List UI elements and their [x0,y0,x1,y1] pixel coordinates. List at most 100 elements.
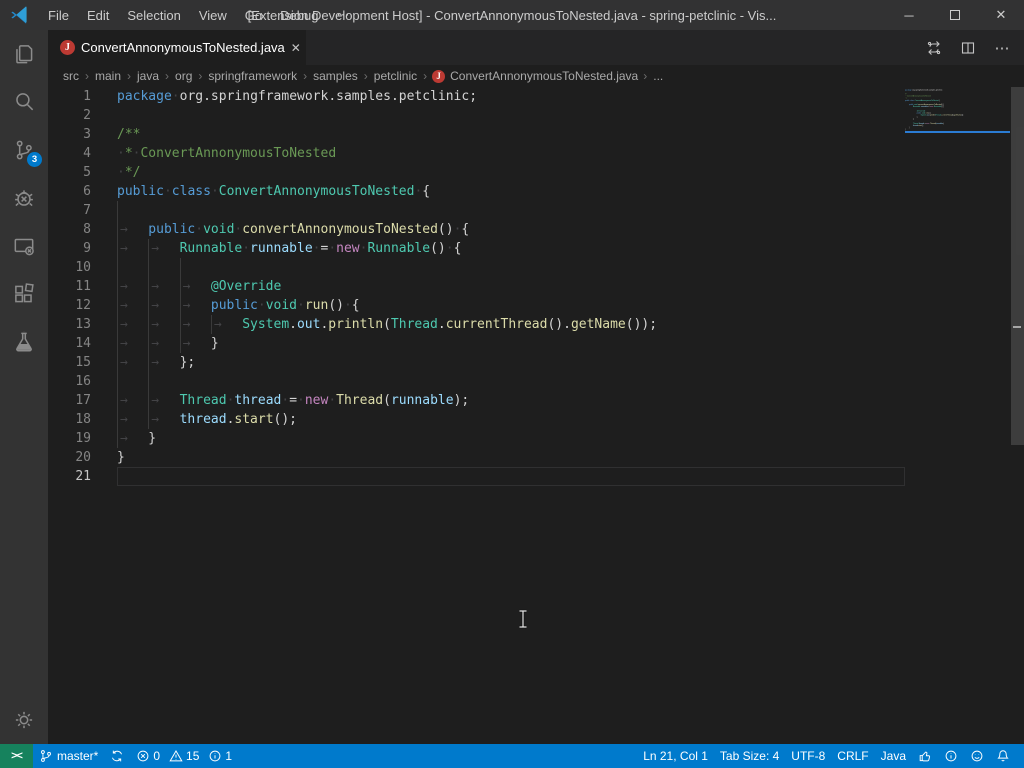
breadcrumb-item-java[interactable]: java [136,69,160,83]
line-number[interactable]: 2 [48,106,117,125]
line-number[interactable]: 20 [48,448,117,467]
split-editor-button[interactable] [956,36,980,60]
code-line[interactable]: 21 [48,467,905,486]
problems-indicator[interactable]: 0 15 1 [130,744,244,768]
code-line[interactable]: 5·*/ [48,163,905,182]
breadcrumb-separator: › [160,69,174,83]
code-area[interactable]: 1package·org.springframework.samples.pet… [48,87,905,744]
activitybar-item-remote-explorer[interactable] [0,222,48,270]
code-line[interactable]: 3/** [48,125,905,144]
editor-tab[interactable]: J ConvertAnnonymousToNested.java ✕ [48,30,306,65]
line-number[interactable]: 14 [48,334,117,353]
smiley-icon [970,749,984,763]
line-number[interactable]: 15 [48,353,117,372]
tweet-feedback-button[interactable] [964,744,990,768]
activitybar-item-search[interactable] [0,78,48,126]
encoding-item[interactable]: UTF-8 [785,744,831,768]
line-number[interactable]: 3 [48,125,117,144]
open-changes-button[interactable] [922,36,946,60]
maximize-button[interactable] [932,0,978,30]
line-number[interactable]: 8 [48,220,117,239]
menu-file[interactable]: File [39,0,78,30]
activitybar-item-explorer[interactable] [0,30,48,78]
notifications-button[interactable] [990,744,1016,768]
breadcrumb-item-samples[interactable]: samples [312,69,359,83]
menu-debug[interactable]: Debug [271,0,327,30]
activitybar-item-test-explorer[interactable] [0,318,48,366]
close-window-button[interactable]: ✕ [978,0,1024,30]
breadcrumb-file[interactable]: JConvertAnnonymousToNested.java [432,69,638,83]
code-line[interactable]: 10 [48,258,905,277]
eol-item[interactable]: CRLF [831,744,874,768]
tab-close-button[interactable]: ✕ [291,38,301,58]
java-file-icon: J [432,70,445,83]
java-info-button[interactable] [938,744,964,768]
breadcrumb-item-main[interactable]: main [94,69,122,83]
line-number[interactable]: 7 [48,201,117,220]
code-line[interactable]: 18→→thread.start(); [48,410,905,429]
code-line[interactable]: 1package·org.springframework.samples.pet… [48,87,905,106]
code-line[interactable]: 11→→→@Override [48,277,905,296]
line-number[interactable]: 11 [48,277,117,296]
menu-edit[interactable]: Edit [78,0,118,30]
line-number[interactable]: 19 [48,429,117,448]
code-line[interactable]: 9→→Runnable·runnable·=·new·Runnable()·{ [48,239,905,258]
tab-size-item[interactable]: Tab Size: 4 [714,744,785,768]
code-line[interactable]: 13→→→→System.out.println(Thread.currentT… [48,315,905,334]
line-number[interactable]: 17 [48,391,117,410]
feedback-button[interactable] [912,744,938,768]
java-file-icon: J [60,40,75,55]
line-number[interactable]: 16 [48,372,117,391]
line-number[interactable]: 13 [48,315,117,334]
menu-view[interactable]: View [190,0,236,30]
code-line[interactable]: 7 [48,201,905,220]
activitybar-item-source-control[interactable]: 3 [0,126,48,174]
minimap[interactable]: package·org.springframework.samples.petc… [905,87,1010,744]
menu-[interactable]: ⋯ [327,0,358,30]
sync-changes-button[interactable] [104,744,130,768]
code-line[interactable]: 6public·class·ConvertAnnonymousToNested·… [48,182,905,201]
line-number[interactable]: 6 [48,182,117,201]
breadcrumb-symbol-tail[interactable]: ... [652,69,664,83]
status-bar: >< master* 0 15 1 Ln 21, Col 1 Tab Size:… [0,744,1024,768]
breadcrumb-item-springframework[interactable]: springframework [207,69,298,83]
line-number[interactable]: 9 [48,239,117,258]
menu-go[interactable]: Go [236,0,271,30]
code-line[interactable]: 20} [48,448,905,467]
breadcrumb-item-org[interactable]: org [174,69,193,83]
line-number[interactable]: 18 [48,410,117,429]
more-actions-button[interactable]: ⋯ [990,36,1014,60]
code-line[interactable]: 19→} [48,429,905,448]
breadcrumb-item-petclinic[interactable]: petclinic [373,69,418,83]
code-line[interactable]: 2 [48,106,905,125]
code-line[interactable]: 16 [48,372,905,391]
remote-indicator[interactable]: >< [0,744,33,768]
breadcrumb-item-src[interactable]: src [62,69,80,83]
menu-selection[interactable]: Selection [118,0,189,30]
cursor-position-item[interactable]: Ln 21, Col 1 [637,744,714,768]
code-line[interactable]: 4·*·ConvertAnnonymousToNested [48,144,905,163]
line-number[interactable]: 4 [48,144,117,163]
line-number[interactable]: 10 [48,258,117,277]
activitybar-item-run-and-debug[interactable] [0,174,48,222]
code-line[interactable]: 17→→Thread·thread·=·new·Thread(runnable)… [48,391,905,410]
code-editor[interactable]: 1 package·org.springframework.samples.pet… [48,87,1024,744]
line-number[interactable]: 5 [48,163,117,182]
code-line[interactable]: 12→→→public·void·run()·{ [48,296,905,315]
line-number[interactable]: 21 [48,467,117,486]
minimize-button[interactable]: ─ [886,0,932,30]
line-number[interactable]: 1 [48,87,117,106]
activitybar-item-extensions[interactable] [0,270,48,318]
scrollbar-thumb[interactable] [1011,87,1024,445]
bell-icon [996,749,1010,763]
git-branch-item[interactable]: master* [33,744,104,768]
language-mode-item[interactable]: Java [875,744,912,768]
code-line[interactable]: 8→public·void·convertAnnonymousToNested(… [48,220,905,239]
vertical-scrollbar[interactable] [1010,87,1024,744]
info-count: 1 [225,749,232,763]
code-line[interactable]: 14→→→} [48,334,905,353]
line-number[interactable]: 12 [48,296,117,315]
code-line[interactable]: 15→→}; [48,353,905,372]
warning-icon [169,749,183,763]
activitybar-item-manage[interactable] [0,696,48,744]
